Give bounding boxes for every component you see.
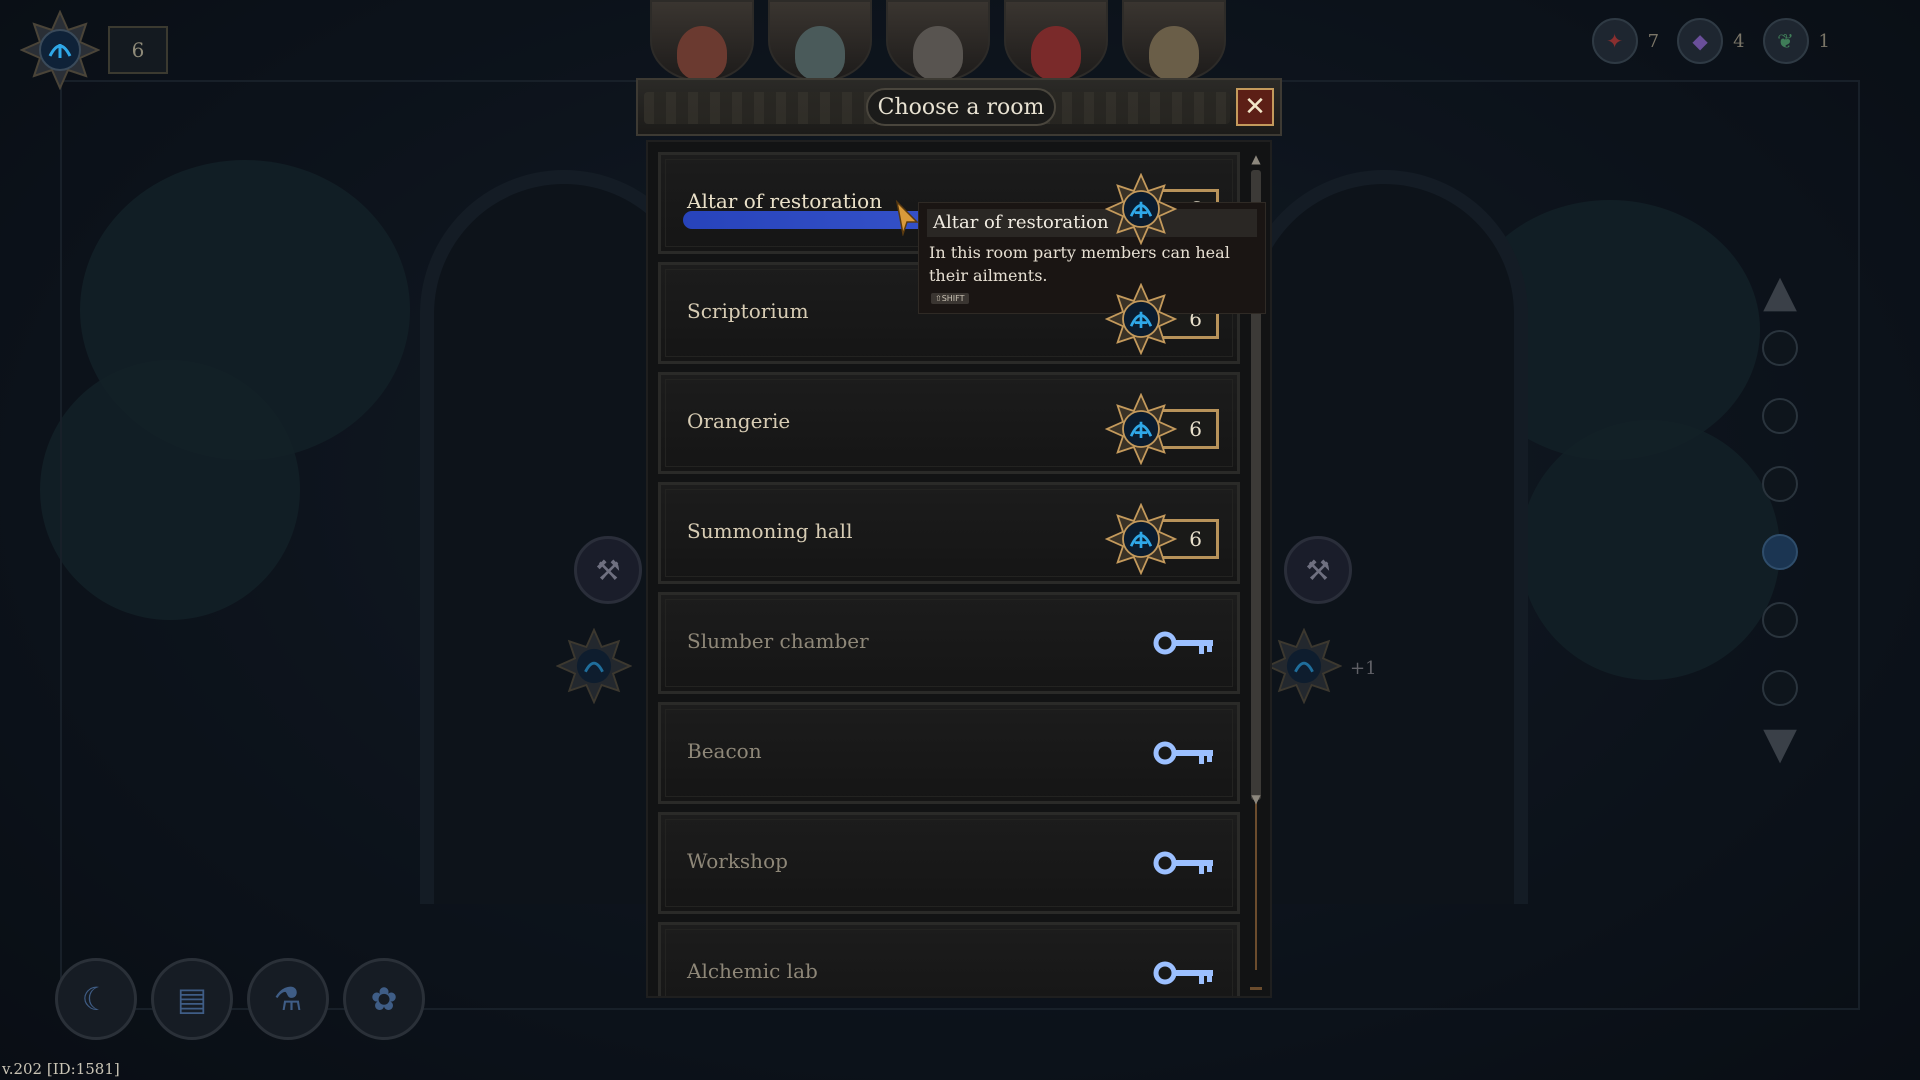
- room-cost: 6: [1104, 392, 1219, 466]
- floor-dot[interactable]: [1762, 602, 1798, 638]
- shift-key-hint: ⇧SHIFT: [931, 293, 969, 304]
- faith-medal-icon: [19, 9, 101, 91]
- green-leaf-icon: ❦: [1762, 18, 1809, 64]
- room-name: Beacon: [687, 739, 762, 763]
- hud-top-left: 6: [19, 9, 168, 91]
- room-row[interactable]: Orangerie 6: [658, 372, 1240, 474]
- floor-dot[interactable]: [1762, 466, 1798, 502]
- party-portrait[interactable]: [768, 0, 872, 82]
- scroll-down-arrow-icon[interactable]: ▼: [1250, 792, 1262, 806]
- resource-purple: ◆ 4: [1677, 18, 1745, 64]
- faith-medal-icon: [1104, 282, 1178, 356]
- resource-value: 1: [1818, 30, 1830, 52]
- room-name: Workshop: [687, 849, 788, 873]
- room-name: Slumber chamber: [687, 629, 869, 653]
- mouse-cursor-icon: [895, 200, 919, 236]
- party-portraits: [650, 0, 1226, 82]
- room-row[interactable]: Alchemic lab: [658, 922, 1240, 996]
- floor-dot[interactable]: [1762, 398, 1798, 434]
- room-row[interactable]: Slumber chamber: [658, 592, 1240, 694]
- floor-dot-active[interactable]: [1762, 534, 1798, 570]
- party-portrait[interactable]: [650, 0, 754, 82]
- room-row[interactable]: Summoning hall 6: [658, 482, 1240, 584]
- hammer-icon[interactable]: ⚒: [574, 536, 642, 604]
- room-cost: 6: [1104, 502, 1219, 576]
- faith-medal-icon: [1104, 392, 1178, 466]
- hud-count: 6: [108, 26, 168, 74]
- party-portrait[interactable]: [886, 0, 990, 82]
- scroll-up-arrow-icon[interactable]: ▲: [1250, 152, 1262, 166]
- tooltip-description: In this room party members can heal thei…: [929, 243, 1230, 285]
- tooltip-title: Altar of restoration: [927, 209, 1257, 237]
- floor-dot[interactable]: [1762, 670, 1798, 706]
- party-portrait[interactable]: [1004, 0, 1108, 82]
- potion-icon[interactable]: ⚗: [247, 958, 329, 1040]
- room-name: Summoning hall: [687, 519, 853, 543]
- resource-value: 7: [1647, 30, 1660, 52]
- faith-medal-icon: [555, 627, 633, 705]
- version-label: v.202 [ID:1581]: [2, 1060, 120, 1078]
- arrow-up-icon[interactable]: ▲: [1763, 270, 1797, 314]
- resource-bar: ✦ 7 ◆ 4 ❦ 1: [1591, 18, 1830, 64]
- arrow-down-icon[interactable]: ▼: [1763, 722, 1797, 766]
- room-name: Orangerie: [687, 409, 791, 433]
- room-name: Scriptorium: [687, 299, 809, 323]
- resource-green: ❦ 1: [1762, 18, 1830, 64]
- party-portrait[interactable]: [1122, 0, 1226, 82]
- scroll-end-cap: [1250, 987, 1262, 990]
- key-icon: [1153, 735, 1217, 771]
- room-row[interactable]: Workshop: [658, 812, 1240, 914]
- moon-icon[interactable]: ☾: [55, 958, 137, 1040]
- resource-value: 4: [1733, 30, 1745, 52]
- book-icon[interactable]: ▤: [151, 958, 233, 1040]
- resource-red: ✦ 7: [1591, 18, 1660, 64]
- faith-medal-icon: [1104, 502, 1178, 576]
- faith-medal-icon: [1104, 172, 1178, 246]
- red-rune-icon: ✦: [1591, 18, 1638, 64]
- floor-dot[interactable]: [1762, 330, 1798, 366]
- bonus-label: +1: [1350, 658, 1377, 679]
- key-icon: [1153, 955, 1217, 991]
- key-icon: [1153, 625, 1217, 661]
- party-icon[interactable]: ✿: [343, 958, 425, 1040]
- hammer-icon[interactable]: ⚒: [1284, 536, 1352, 604]
- key-icon: [1153, 845, 1217, 881]
- room-name: Alchemic lab: [687, 959, 818, 983]
- floor-navigator: ▲ ▼: [1740, 270, 1820, 840]
- bottom-toolbar: ☾ ▤ ⚗ ✿: [55, 958, 425, 1040]
- dialog-title: Choose a room: [866, 88, 1056, 126]
- room-row[interactable]: Beacon: [658, 702, 1240, 804]
- dialog-header: Choose a room ✕: [636, 78, 1282, 136]
- close-button[interactable]: ✕: [1236, 88, 1274, 126]
- room-tooltip: Altar of restoration In this room party …: [918, 202, 1266, 314]
- room-name: Altar of restoration: [687, 189, 883, 213]
- purple-crystal-icon: ◆: [1677, 18, 1724, 64]
